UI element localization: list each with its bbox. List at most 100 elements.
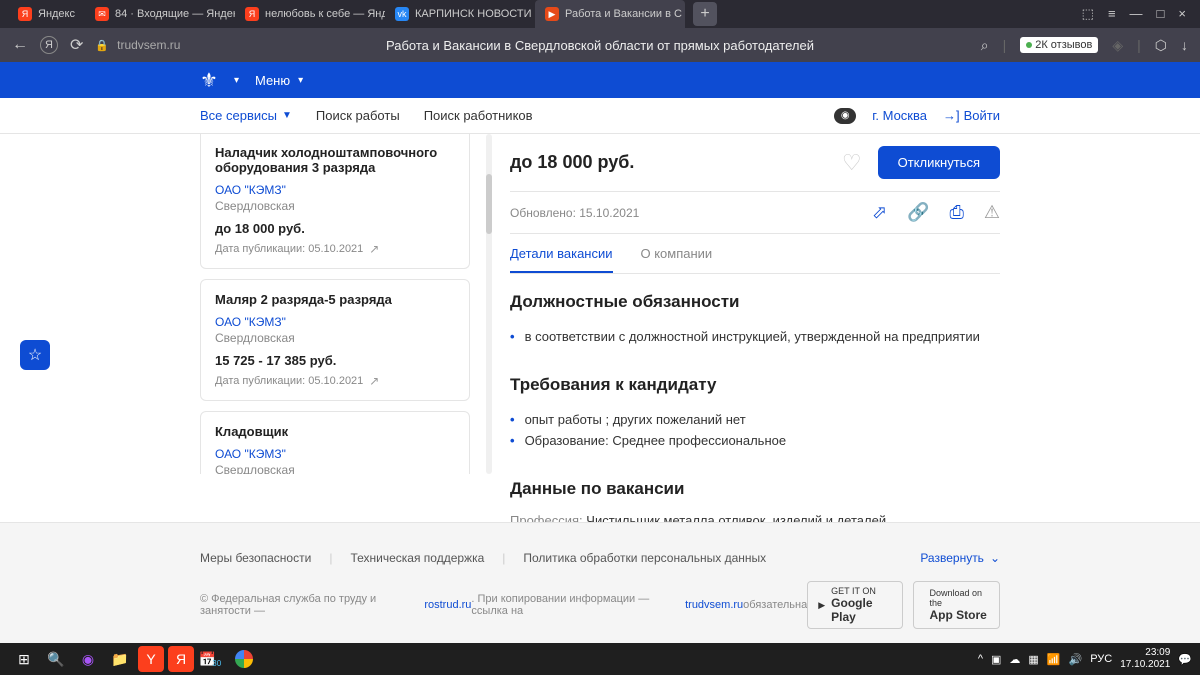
tab-bar: ЯЯндекс ✉84 · Входящие — Яндекс. Янелюбо… [0, 0, 1200, 28]
extensions-icon[interactable]: ⬡ [1155, 37, 1167, 54]
report-icon[interactable]: ⚠ [984, 202, 1000, 223]
company-link[interactable]: ОАО "КЭМЗ" [215, 447, 455, 461]
main-content: Наладчик холодноштамповочного оборудован… [0, 134, 1200, 474]
tray-chevron-icon[interactable]: ^ [978, 653, 983, 665]
tray-icon[interactable]: ▣ [991, 653, 1001, 666]
window-controls: ⬚ ≡ — □ × [1082, 6, 1200, 22]
tray-cloud-icon[interactable]: ☁ [1009, 653, 1020, 666]
share-icon[interactable]: 🔗 [907, 202, 929, 223]
menu-button[interactable]: Меню▾ [255, 73, 303, 88]
vacancy-card[interactable]: Наладчик холодноштамповочного оборудован… [200, 134, 470, 269]
tray-icon[interactable]: ▦ [1028, 653, 1038, 666]
browser-tab[interactable]: vkКАРПИНСК НОВОСТИ [385, 0, 535, 28]
tray-wifi-icon[interactable]: 📶 [1047, 653, 1061, 666]
downloads-icon[interactable]: ↓ [1181, 37, 1188, 53]
favorites-sidebar-button[interactable]: ☆ [20, 340, 50, 370]
new-tab-button[interactable]: + [693, 2, 717, 26]
list-item: Образование: Среднее профессиональное [510, 430, 1000, 451]
footer-copyright: © Федеральная служба по труду и занятост… [200, 581, 1000, 629]
chevron-down-icon[interactable]: ▾ [234, 75, 239, 86]
external-link-icon[interactable]: ↗ [369, 374, 379, 388]
region-text: Свердловская [215, 331, 455, 345]
footer: Меры безопасности | Техническая поддержк… [0, 522, 1200, 643]
section-heading: Требования к кандидату [510, 375, 1000, 395]
print-icon[interactable]: ⎙ [949, 202, 963, 223]
tab-about-company[interactable]: О компании [641, 246, 713, 273]
list-item: опыт работы ; других пожеланий нет [510, 409, 1000, 430]
chevron-down-icon: ⌄ [990, 551, 1000, 565]
vacancy-data-section: Данные по вакансии Профессия: Чистильщик… [510, 461, 1000, 528]
footer-expand-button[interactable]: Развернуть⌄ [920, 551, 1000, 565]
browser-tab-active[interactable]: ▶Работа и Вакансии в С× [535, 0, 685, 28]
footer-link-support[interactable]: Техническая поддержка [350, 551, 484, 565]
company-link[interactable]: ОАО "КЭМЗ" [215, 183, 455, 197]
vacancy-card[interactable]: Маляр 2 разряда-5 разряда ОАО "КЭМЗ" Све… [200, 279, 470, 401]
tab-details[interactable]: Детали вакансии [510, 246, 613, 273]
login-button[interactable]: →]Войти [943, 108, 1000, 123]
url-input[interactable]: 🔒 trudvsem.ru Работа и Вакансии в Свердл… [95, 38, 968, 52]
duties-section: Должностные обязанности в соответствии с… [510, 274, 1000, 357]
detail-tabs: Детали вакансии О компании [510, 234, 1000, 274]
play-icon: ▶ [818, 600, 825, 611]
external-link-icon[interactable]: ↗ [369, 242, 379, 256]
browser-tab[interactable]: ЯЯндекс [8, 0, 85, 28]
search-jobs-link[interactable]: Поиск работы [316, 108, 400, 123]
scrollbar[interactable] [486, 134, 492, 474]
taskbar-app[interactable]: 📁 [104, 645, 136, 673]
vacancy-card[interactable]: Кладовщик ОАО "КЭМЗ" Свердловская до 17 … [200, 411, 470, 474]
rostrud-link[interactable]: rostrud.ru [424, 599, 471, 611]
city-selector[interactable]: г. Москва [872, 108, 927, 123]
taskbar-app[interactable] [228, 645, 260, 673]
tab-label: Работа и Вакансии в С [565, 8, 682, 20]
maximize-icon[interactable]: □ [1157, 6, 1165, 22]
taskbar-app[interactable]: Y [138, 646, 164, 672]
footer-link-privacy[interactable]: Политика обработки персональных данных [523, 551, 766, 565]
minimize-icon[interactable]: — [1130, 6, 1143, 22]
bookmark-icon[interactable]: ◈ [1112, 37, 1123, 54]
google-play-badge[interactable]: ▶GET IT ONGoogle Play [807, 581, 902, 629]
emblem-icon[interactable]: ⚜ [200, 68, 218, 93]
tray-volume-icon[interactable]: 🔊 [1069, 653, 1083, 666]
taskbar-app[interactable]: ◉ [72, 645, 104, 673]
clock[interactable]: 23:09 17.10.2021 [1120, 647, 1170, 671]
menu-icon[interactable]: ≡ [1108, 6, 1116, 22]
page-title: Работа и Вакансии в Свердловской области… [386, 38, 814, 53]
yandex-logo-icon[interactable]: Я [40, 36, 58, 54]
salary-text: 15 725 - 17 385 руб. [215, 353, 455, 368]
footer-link-security[interactable]: Меры безопасности [200, 551, 311, 565]
taskbar-app[interactable]: 📅30 [196, 645, 228, 673]
search-icon[interactable]: ⌕ [981, 37, 989, 54]
taskbar-app[interactable]: Я [168, 646, 194, 672]
accessibility-icon[interactable]: ◉ [834, 108, 856, 124]
open-new-icon[interactable]: ⬀ [872, 202, 887, 223]
start-button[interactable]: ⊞ [8, 645, 40, 673]
notifications-icon[interactable]: 💬 [1178, 653, 1192, 666]
detail-salary: до 18 000 руб. [510, 152, 634, 173]
all-services-link[interactable]: Все сервисы ▼ [200, 108, 292, 123]
subnav: Все сервисы ▼ Поиск работы Поиск работни… [0, 98, 1200, 134]
company-link[interactable]: ОАО "КЭМЗ" [215, 315, 455, 329]
region-text: Свердловская [215, 199, 455, 213]
pub-date: Дата публикации: 05.10.2021↗ [215, 374, 455, 388]
reviews-badge[interactable]: 2К отзывов [1020, 37, 1098, 53]
search-button[interactable]: 🔍 [40, 645, 72, 673]
favorite-icon[interactable]: ♡ [842, 150, 862, 176]
language-indicator[interactable]: РУС [1090, 653, 1112, 665]
tab-label: КАРПИНСК НОВОСТИ [415, 8, 531, 20]
search-workers-link[interactable]: Поиск работников [424, 108, 533, 123]
tab-label: 84 · Входящие — Яндекс. [115, 8, 235, 20]
respond-button[interactable]: Откликнуться [878, 146, 1000, 179]
panel-icon[interactable]: ⬚ [1082, 6, 1094, 22]
close-window-icon[interactable]: × [1178, 6, 1186, 22]
lock-icon: 🔒 [95, 39, 109, 52]
region-text: Свердловская [215, 463, 455, 474]
tab-label: нелюбовь к себе — Янде [265, 8, 385, 20]
reload-button[interactable]: ⟳ [70, 35, 83, 55]
browser-tab[interactable]: ✉84 · Входящие — Яндекс. [85, 0, 235, 28]
section-heading: Данные по вакансии [510, 479, 1000, 499]
trudvsem-link[interactable]: trudvsem.ru [685, 599, 743, 611]
back-button[interactable]: ← [12, 36, 28, 54]
chevron-down-icon: ▾ [298, 75, 303, 86]
app-store-badge[interactable]: Download on theApp Store [913, 581, 1001, 629]
browser-tab[interactable]: Янелюбовь к себе — Янде [235, 0, 385, 28]
